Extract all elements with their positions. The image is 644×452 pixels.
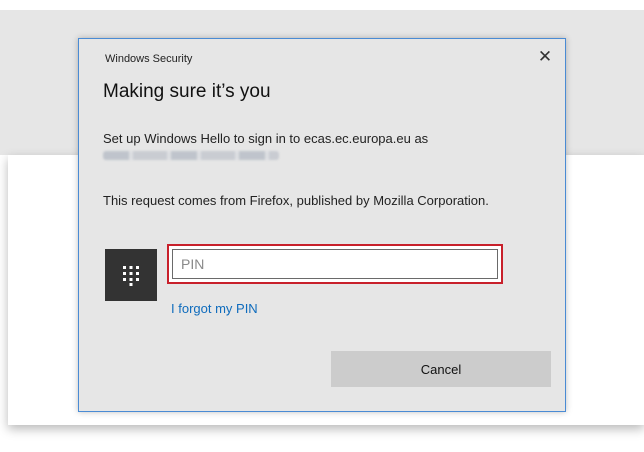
dialog-heading: Making sure it’s you: [103, 81, 271, 102]
cancel-button[interactable]: Cancel: [331, 351, 551, 387]
request-origin-text: This request comes from Firefox, publish…: [103, 193, 489, 208]
keypad-icon: [105, 249, 157, 301]
windows-security-dialog: Windows Security ✕ Making sure it’s you …: [78, 38, 566, 412]
redacted-email: [103, 151, 279, 160]
close-icon[interactable]: ✕: [533, 45, 557, 69]
pin-focus-ring: [167, 244, 503, 284]
forgot-pin-link[interactable]: I forgot my PIN: [171, 301, 258, 316]
dialog-description: Set up Windows Hello to sign in to ecas.…: [103, 131, 429, 146]
window-title: Windows Security: [105, 53, 193, 65]
pin-input[interactable]: [172, 249, 498, 279]
